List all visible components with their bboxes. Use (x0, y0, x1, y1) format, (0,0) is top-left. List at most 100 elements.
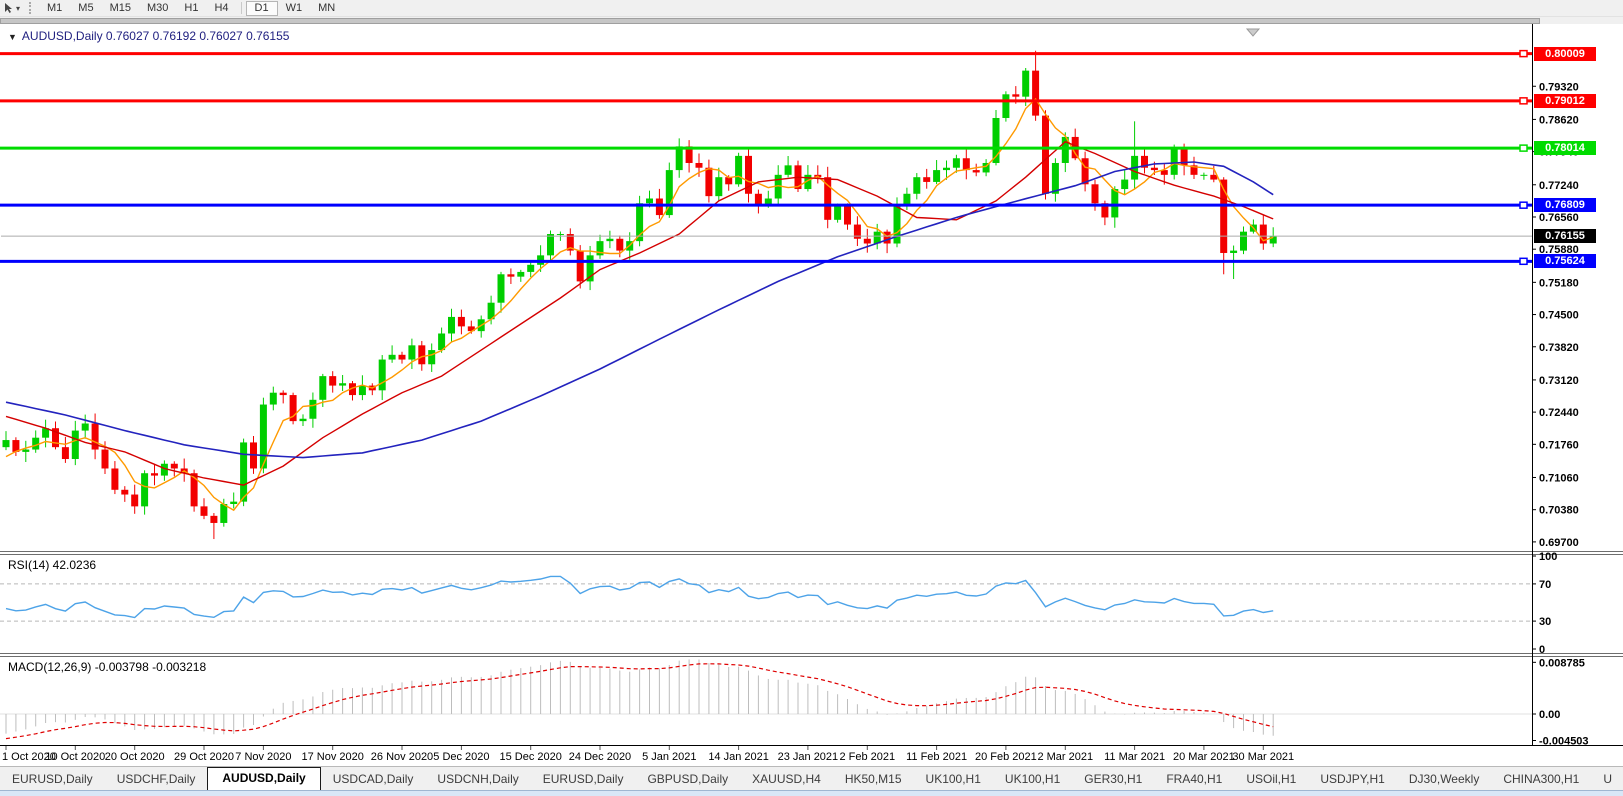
tab-uk100-h1[interactable]: UK100,H1 (914, 769, 993, 790)
tab-audusd-daily[interactable]: AUDUSD,Daily (207, 767, 321, 790)
date-label: 14 Jan 2021 (708, 751, 769, 763)
candle-body (1042, 115, 1049, 194)
date-label: 23 Jan 2021 (778, 751, 839, 763)
price-tick-label: 0.71060 (1539, 472, 1579, 484)
candle-body (972, 170, 980, 173)
rsi-tick-label: 100 (1539, 551, 1557, 563)
price-tick-label: 0.69700 (1539, 537, 1579, 549)
candle-body (1002, 94, 1010, 118)
date-label: 17 Nov 2020 (302, 751, 364, 763)
tab-eurusd-daily[interactable]: EURUSD,Daily (531, 769, 636, 790)
candle-body (883, 231, 891, 244)
level-price-badge: 0.78014 (1534, 141, 1596, 156)
rsi-indicator-label: RSI(14) 42.0236 (8, 558, 97, 572)
timeframe-button-d1[interactable]: D1 (245, 0, 278, 16)
level-line-anchor (1519, 201, 1528, 209)
top-toolbar: ▾ M1 M5 M15 M30 H1 H4 D1 W1 MN (0, 0, 1623, 16)
candle-body (715, 177, 723, 197)
tab-eurusd-daily[interactable]: EURUSD,Daily (0, 769, 105, 790)
tab-china300-h1[interactable]: CHINA300,H1 (1491, 769, 1591, 790)
macd-tick-label: 0.00 (1539, 709, 1560, 721)
level-price-badge: 0.80009 (1534, 46, 1596, 61)
tab-usdjpy-h1[interactable]: USDJPY,H1 (1308, 769, 1396, 790)
level-line-anchor (1519, 144, 1528, 152)
tab-xauusd-h4[interactable]: XAUUSD,H4 (740, 769, 833, 790)
candle-body (1032, 70, 1040, 116)
candle (735, 152, 743, 187)
toolbar-separator (240, 2, 242, 14)
chart-horizontal-scrollbar[interactable] (0, 16, 1623, 24)
collapse-triangle-icon[interactable]: ▼ (8, 32, 17, 42)
window-bottom-strip (0, 790, 1623, 796)
candle-body (448, 316, 455, 334)
candle-body (1150, 167, 1158, 171)
tab-fra40-h1[interactable]: FRA40,H1 (1154, 769, 1234, 790)
timeframe-button-h4[interactable]: H4 (206, 1, 236, 16)
candle-body (556, 234, 564, 236)
pointer-icon (5, 3, 12, 13)
candle-body (1121, 179, 1129, 190)
timeframe-button-m5[interactable]: M5 (70, 1, 101, 16)
price-chart-canvas[interactable]: 1 Oct 202010 Oct 2020 20 Oct 2020 29 Oct 2… (0, 24, 1623, 766)
tab-uk100-h1[interactable]: UK100,H1 (993, 769, 1072, 790)
date-label: 2 Mar 2021 (1037, 751, 1093, 763)
timeframe-button-h1[interactable]: H1 (176, 1, 206, 16)
chart-window[interactable]: ▼ AUDUSD,Daily 0.76027 0.76192 0.76027 0.… (0, 24, 1623, 766)
candle-body (923, 177, 931, 182)
rsi-tick-label: 30 (1539, 616, 1551, 628)
timeframe-button-m1[interactable]: M1 (39, 1, 70, 16)
candle (240, 438, 248, 507)
tab-ger30-h1[interactable]: GER30,H1 (1072, 769, 1154, 790)
chart-background (0, 24, 1623, 766)
candle-body (457, 316, 465, 327)
candle-body (943, 167, 950, 171)
cursor-tool-button[interactable]: ▾ (0, 0, 23, 16)
candle-body (1170, 148, 1178, 175)
candle-body (329, 376, 337, 386)
candle-body (547, 234, 554, 256)
candle-body (1240, 231, 1247, 251)
level-price-badge: 0.79012 (1534, 93, 1596, 108)
candle-body (398, 354, 406, 360)
timeframe-button-m15[interactable]: M15 (102, 1, 139, 16)
tab-gbpusd-daily[interactable]: GBPUSD,Daily (635, 769, 740, 790)
timeframe-button-m30[interactable]: M30 (139, 1, 176, 16)
candle-body (378, 359, 386, 391)
date-label: 11 Feb 2021 (906, 751, 967, 763)
candle (1042, 110, 1049, 200)
candle-body (834, 205, 842, 220)
candle-body (22, 449, 30, 452)
price-tick-label: 0.76560 (1539, 212, 1579, 224)
tab-usoil-h1[interactable]: USOil,H1 (1234, 769, 1308, 790)
candle-body (279, 392, 287, 396)
candle-body (1081, 158, 1089, 185)
chevron-down-icon: ▾ (16, 3, 21, 13)
date-label: 10 Oct 2020 (45, 751, 105, 763)
candle-body (269, 392, 277, 405)
tab-usdcad-daily[interactable]: USDCAD,Daily (321, 769, 426, 790)
tab-usdcnh-daily[interactable]: USDCNH,Daily (425, 769, 530, 790)
candle-body (428, 350, 436, 365)
candle-body (81, 423, 89, 431)
date-label: 29 Oct 2020 (174, 751, 234, 763)
tab-hk50-m15[interactable]: HK50,M15 (833, 769, 914, 790)
candle-body (616, 238, 624, 251)
tab-dj30-weekly[interactable]: DJ30,Weekly (1397, 769, 1491, 790)
date-label: 30 Mar 2021 (1232, 751, 1294, 763)
tab-u[interactable]: U (1591, 769, 1623, 790)
candle-body (962, 158, 970, 171)
timeframe-button-group: M1 M5 M15 M30 H1 H4 D1 W1 MN (39, 0, 343, 16)
candle-body (705, 167, 713, 197)
toolbar-grip-handle[interactable] (29, 2, 34, 14)
timeframe-button-mn[interactable]: MN (310, 1, 343, 16)
rsi-tick-label: 0 (1539, 644, 1545, 656)
date-label: 15 Dec 2020 (500, 751, 562, 763)
candle-body (863, 238, 871, 244)
level-line-anchor (1519, 49, 1528, 58)
tab-usdchf-daily[interactable]: USDCHF,Daily (105, 769, 208, 790)
candle-body (527, 264, 535, 272)
chart-legend: ▼ AUDUSD,Daily 0.76027 0.76192 0.76027 0.… (8, 29, 289, 43)
candle-body (576, 250, 584, 282)
timeframe-button-w1[interactable]: W1 (278, 1, 311, 16)
candle-body (2, 440, 10, 448)
